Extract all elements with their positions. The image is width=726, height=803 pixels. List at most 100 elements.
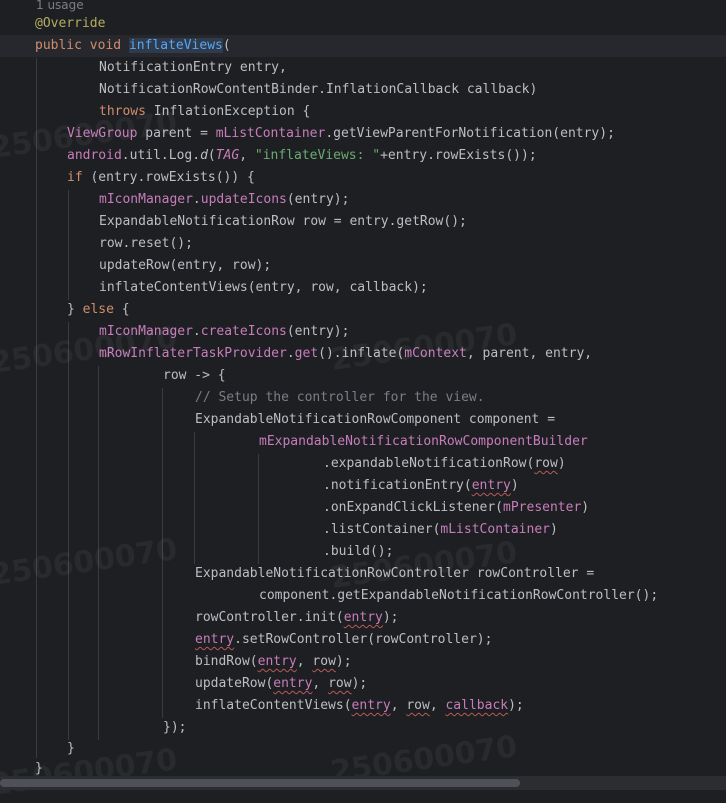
captured-variable-token: entry bbox=[257, 654, 297, 669]
code-line: rowController.init(entry); bbox=[195, 607, 726, 629]
code-token: . bbox=[192, 324, 201, 339]
code-line: } else { bbox=[67, 299, 726, 321]
code-line: entry.setRowController(rowController); bbox=[195, 629, 726, 651]
code-token: } bbox=[67, 302, 83, 317]
code-token: row bbox=[328, 676, 352, 691]
code-token: parent = bbox=[137, 126, 216, 141]
code-token: row bbox=[534, 456, 558, 471]
code-line: public void inflateViews( bbox=[35, 35, 726, 57]
code-line: } bbox=[67, 741, 75, 756]
code-token: .getViewParentForNotification(entry); bbox=[325, 126, 615, 141]
code-token: ().inflate( bbox=[318, 346, 405, 361]
keyword-token: throws bbox=[99, 104, 146, 119]
code-token: +entry.rowExists()); bbox=[380, 148, 537, 163]
field-token: mIconManager bbox=[99, 192, 193, 207]
code-line: NotificationEntry entry, bbox=[99, 60, 287, 75]
code-token: , parent, entry, bbox=[466, 346, 593, 361]
code-editor[interactable]: 1 usage @Override public void inflateVie… bbox=[0, 0, 726, 803]
code-line: ExpandableNotificationRow row = entry.ge… bbox=[99, 214, 467, 229]
code-line: .build(); bbox=[323, 544, 394, 559]
code-token: ( bbox=[207, 148, 216, 163]
type-token: ViewGroup bbox=[67, 126, 138, 141]
code-line: ExpandableNotificationRowController rowC… bbox=[195, 566, 595, 581]
watermark: 250600070 bbox=[0, 532, 180, 593]
code-line: ExpandableNotificationRowComponent compo… bbox=[195, 412, 556, 427]
code-token: ( bbox=[222, 38, 231, 53]
code-token: ) bbox=[510, 478, 519, 493]
field-token: mPresenter bbox=[503, 500, 582, 515]
keyword-token: else bbox=[82, 302, 114, 317]
code-line: .listContainer(mListContainer) bbox=[323, 519, 726, 541]
field-token: mRowInflaterTaskProvider bbox=[99, 346, 287, 361]
code-line: throws InflationException { bbox=[99, 101, 726, 123]
scrollbar-thumb[interactable] bbox=[0, 779, 520, 787]
code-token: . bbox=[286, 346, 295, 361]
indent-guide bbox=[258, 454, 259, 564]
code-line: updateRow(entry, row); bbox=[195, 673, 726, 695]
code-token: row bbox=[406, 698, 430, 713]
code-line: row -> { bbox=[163, 368, 226, 383]
code-token: , bbox=[239, 148, 255, 163]
field-token: mListContainer bbox=[215, 126, 326, 141]
code-token: . bbox=[192, 192, 201, 207]
string-token: "inflateViews: " bbox=[254, 148, 381, 163]
captured-variable-token: entry bbox=[471, 478, 511, 493]
code-token: row bbox=[312, 654, 336, 669]
code-line: mRowInflaterTaskProvider.get().inflate(m… bbox=[99, 343, 726, 365]
static-method-token: d bbox=[200, 148, 208, 163]
code-line: inflateContentViews(entry, row, callback… bbox=[195, 695, 726, 717]
code-token: inflateContentViews( bbox=[195, 698, 352, 713]
code-token: , bbox=[312, 676, 329, 691]
method-call-token: createIcons bbox=[200, 324, 287, 339]
code-line: row.reset(); bbox=[99, 236, 193, 251]
code-line: }); bbox=[163, 720, 187, 735]
method-call-token: get bbox=[294, 346, 319, 361]
indent-guide bbox=[36, 58, 37, 758]
captured-variable-token: entry bbox=[351, 698, 391, 713]
captured-variable-token: entry bbox=[343, 610, 383, 625]
code-line: component.getExpandableNotificationRowCo… bbox=[259, 588, 659, 603]
code-token: .setRowController(rowController); bbox=[234, 632, 493, 647]
indent-guide bbox=[68, 322, 69, 740]
code-token: (entry.rowExists()) { bbox=[82, 170, 255, 185]
captured-variable-token: entry bbox=[195, 632, 235, 647]
code-token: ); bbox=[508, 698, 524, 713]
keyword-token: public bbox=[35, 38, 82, 53]
code-token: .util.Log. bbox=[121, 148, 201, 163]
keyword-token: if bbox=[67, 170, 83, 185]
field-token: mIconManager bbox=[99, 324, 193, 339]
field-token: mListContainer bbox=[440, 522, 550, 537]
code-line: if (entry.rowExists()) { bbox=[67, 167, 726, 189]
method-call-token: updateIcons bbox=[200, 192, 287, 207]
code-line: inflateContentViews(entry, row, callback… bbox=[99, 280, 428, 295]
code-token: , bbox=[390, 698, 407, 713]
code-line: .onExpandClickListener(mPresenter) bbox=[323, 497, 726, 519]
code-line: ViewGroup parent = mListContainer.getVie… bbox=[67, 123, 726, 145]
indent-guide bbox=[68, 190, 69, 300]
code-line: mIconManager.createIcons(entry); bbox=[99, 321, 726, 343]
code-line: mIconManager.updateIcons(entry); bbox=[99, 189, 726, 211]
code-token: InflationException { bbox=[145, 104, 311, 119]
keyword-token: void bbox=[89, 38, 122, 53]
method-name-token[interactable]: inflateViews bbox=[128, 38, 223, 53]
code-line: .expandableNotificationRow(row) bbox=[323, 453, 726, 475]
code-token: bindRow( bbox=[195, 654, 258, 669]
code-token: updateRow( bbox=[195, 676, 274, 691]
constant-token: TAG bbox=[215, 148, 240, 163]
code-token: ) bbox=[557, 456, 566, 471]
code-token: (entry); bbox=[286, 192, 350, 207]
code-token: ); bbox=[382, 610, 399, 625]
captured-variable-token: callback bbox=[445, 698, 509, 713]
indent-guide bbox=[162, 388, 163, 718]
captured-variable-token: entry bbox=[273, 676, 313, 691]
code-line: mExpandableNotificationRowComponentBuild… bbox=[259, 434, 588, 449]
horizontal-scrollbar[interactable] bbox=[0, 776, 726, 790]
code-token: .expandableNotificationRow( bbox=[323, 456, 535, 471]
code-token: { bbox=[113, 302, 130, 317]
code-line: updateRow(entry, row); bbox=[99, 258, 272, 273]
code-token: (entry); bbox=[286, 324, 350, 339]
code-token: .onExpandClickListener( bbox=[323, 500, 504, 515]
code-line: android.util.Log.d(TAG, "inflateViews: "… bbox=[67, 145, 726, 167]
code-token: ); bbox=[351, 676, 368, 691]
indent-guide bbox=[194, 432, 195, 564]
